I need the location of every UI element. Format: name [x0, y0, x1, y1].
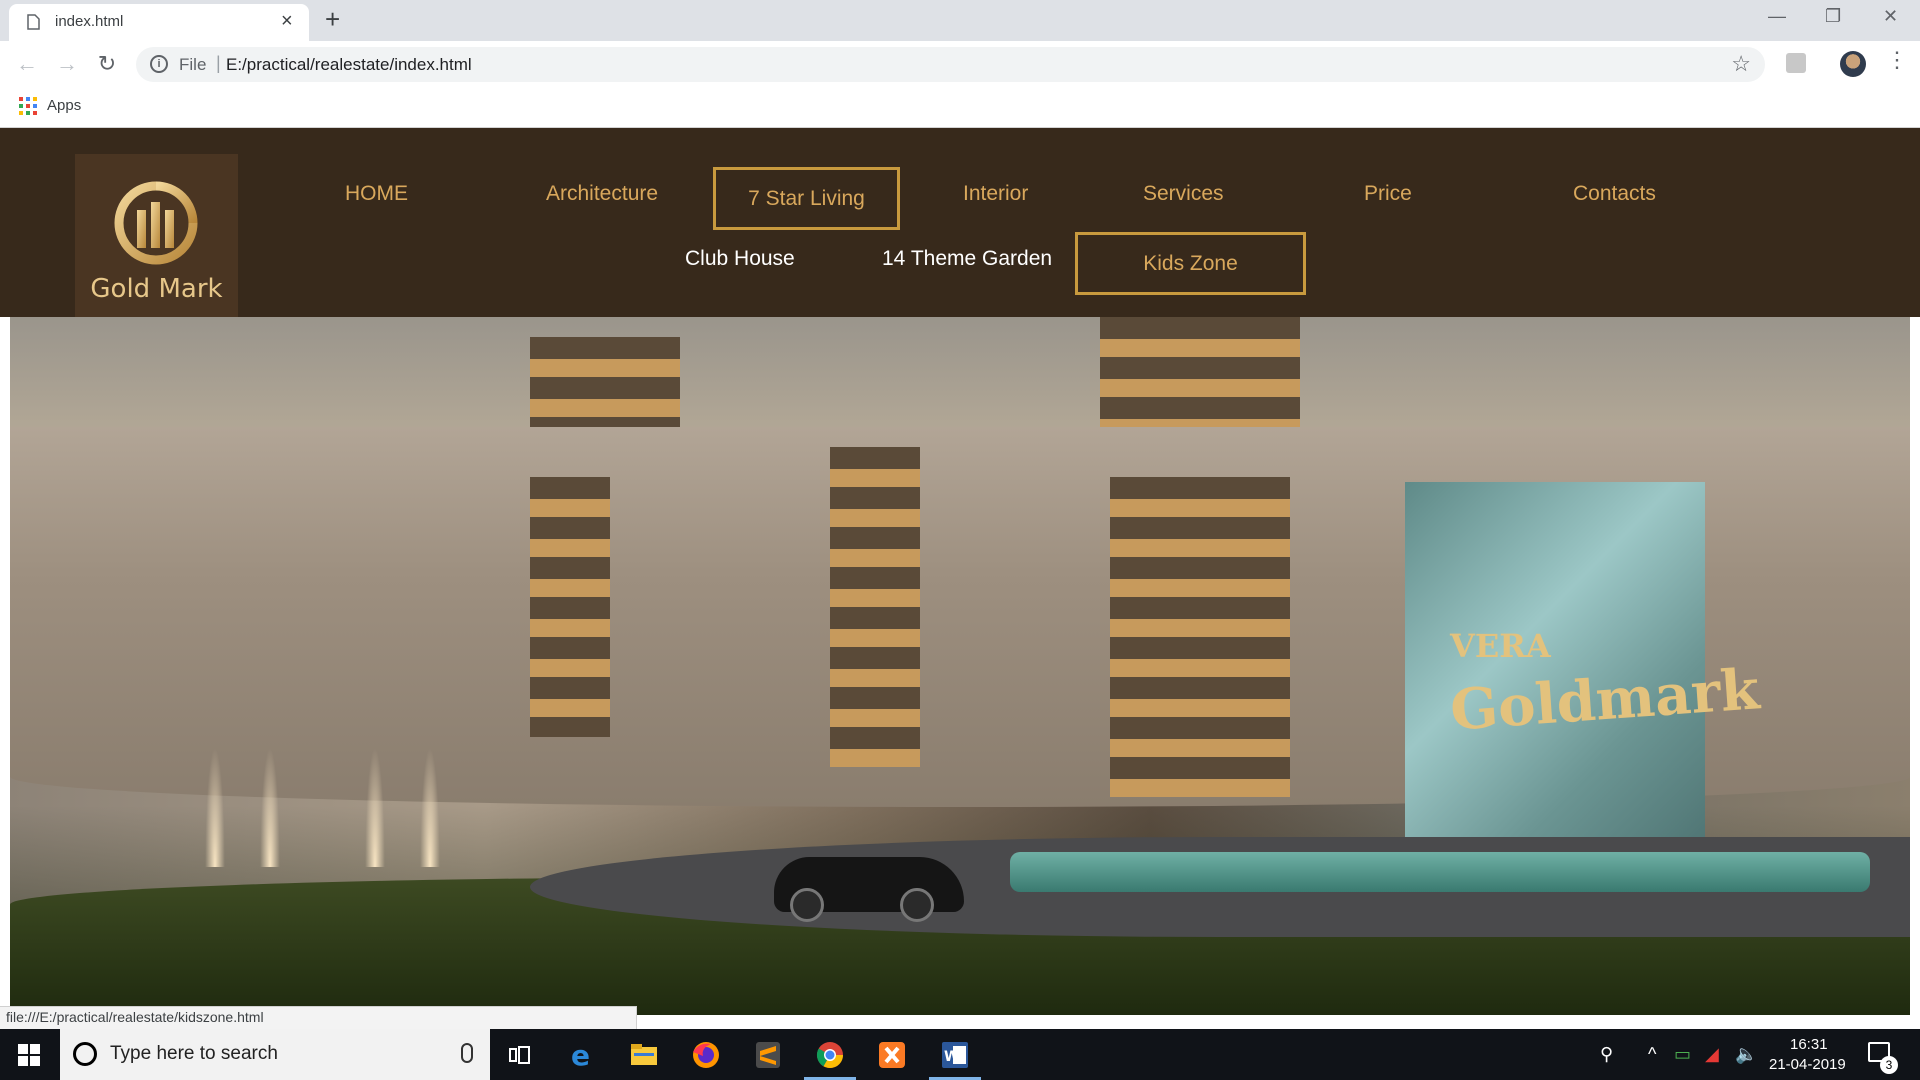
hero-tower [1110, 477, 1290, 797]
gold-mark-logo-icon [114, 181, 198, 265]
logo-text: Gold Mark [90, 274, 223, 304]
address-scheme: File [179, 55, 207, 74]
forward-button[interactable]: → [53, 50, 81, 78]
nav-interior[interactable]: Interior [963, 182, 1028, 206]
people-icon[interactable]: ⚲ [1600, 1044, 1613, 1065]
info-icon[interactable]: i [150, 55, 168, 73]
nav-price[interactable]: Price [1364, 182, 1412, 206]
hero-brand-small: VERA [1450, 627, 1551, 665]
windows-taskbar: Type here to search e W ⚲ ^ ▭ ◢ 🔈 16:31 … [0, 1029, 1920, 1080]
close-window-button[interactable]: ✕ [1883, 6, 1898, 27]
task-view-icon[interactable] [500, 1035, 540, 1075]
word-icon[interactable]: W [929, 1035, 981, 1080]
svg-text:e: e [571, 1041, 590, 1069]
site-logo[interactable]: Gold Mark [75, 154, 238, 317]
hero-uplight [420, 747, 440, 867]
battery-warning-icon[interactable]: ◢ [1705, 1044, 1719, 1065]
hero-tower [830, 447, 920, 767]
chrome-icon[interactable] [804, 1035, 856, 1080]
start-button[interactable] [18, 1044, 40, 1066]
site-header: Gold Mark HOME Architecture 7 Star Livin… [0, 128, 1920, 317]
clock-date[interactable]: 21-04-2019 [1769, 1056, 1846, 1073]
network-icon[interactable]: ▭ [1674, 1044, 1691, 1065]
address-separator: | [216, 53, 221, 73]
nav-club-house[interactable]: Club House [685, 247, 795, 271]
volume-icon[interactable]: 🔈 [1735, 1044, 1757, 1065]
extension-icon[interactable] [1786, 53, 1806, 73]
tab-close-icon[interactable]: × [281, 10, 293, 33]
nav-services[interactable]: Services [1143, 182, 1224, 206]
show-hidden-icons-icon[interactable]: ^ [1648, 1044, 1656, 1065]
nav-architecture[interactable]: Architecture [546, 182, 658, 206]
taskbar-search-box[interactable]: Type here to search [60, 1029, 490, 1080]
nav-kids-zone[interactable]: Kids Zone [1075, 232, 1306, 295]
nav-7-star-living[interactable]: 7 Star Living [713, 167, 900, 230]
hero-tower [530, 477, 610, 737]
taskbar-search-placeholder: Type here to search [110, 1043, 278, 1064]
minimize-button[interactable]: — [1768, 6, 1786, 27]
svg-text:W: W [944, 1049, 959, 1065]
browser-tab[interactable]: index.html × [9, 4, 309, 41]
back-button[interactable]: ← [13, 50, 41, 78]
hero-pool [1010, 852, 1870, 892]
apps-grid-icon[interactable] [19, 97, 37, 115]
firefox-icon[interactable] [686, 1035, 726, 1075]
file-explorer-icon[interactable] [624, 1035, 664, 1075]
nav-home[interactable]: HOME [345, 182, 408, 206]
nav-contacts[interactable]: Contacts [1573, 182, 1656, 206]
hero-uplight [365, 747, 385, 867]
bookmark-star-icon[interactable]: ☆ [1731, 51, 1751, 77]
clock-time[interactable]: 16:31 [1790, 1036, 1828, 1053]
edge-icon[interactable]: e [563, 1035, 603, 1075]
web-page: Gold Mark HOME Architecture 7 Star Livin… [0, 128, 1920, 1028]
page-icon [27, 14, 40, 30]
bookmarks-bar: Apps [0, 88, 1920, 128]
browser-menu-icon[interactable]: ⋮ [1886, 47, 1908, 73]
hero-sky [10, 317, 1910, 437]
status-bar-url: file:///E:/practical/realestate/kidszone… [0, 1006, 637, 1029]
restore-button[interactable]: ❐ [1825, 6, 1841, 27]
reload-button[interactable]: ↻ [93, 50, 121, 78]
hero-uplight [205, 747, 225, 867]
microphone-icon[interactable] [461, 1043, 473, 1063]
profile-avatar[interactable] [1840, 51, 1866, 77]
address-bar[interactable]: i File | E:/practical/realestate/index.h… [136, 47, 1765, 82]
hero-image: VERA Goldmark [10, 317, 1910, 1015]
address-url[interactable]: E:/practical/realestate/index.html [226, 55, 472, 75]
notification-count: 3 [1880, 1056, 1898, 1074]
browser-toolbar: ← → ↻ i File | E:/practical/realestate/i… [0, 41, 1920, 88]
hero-car [774, 857, 964, 922]
new-tab-button[interactable]: + [325, 4, 340, 35]
sublime-icon[interactable] [748, 1035, 788, 1075]
cortana-icon[interactable] [73, 1042, 97, 1066]
tab-strip: index.html × + — ❐ ✕ [0, 0, 1920, 41]
xampp-icon[interactable] [872, 1035, 912, 1075]
nav-14-theme-garden[interactable]: 14 Theme Garden [882, 247, 1052, 271]
apps-bookmark[interactable]: Apps [47, 97, 81, 114]
tab-title: index.html [55, 13, 124, 30]
browser-chrome: index.html × + — ❐ ✕ ← → ↻ i File | E:/p… [0, 0, 1920, 128]
hero-uplight [260, 747, 280, 867]
